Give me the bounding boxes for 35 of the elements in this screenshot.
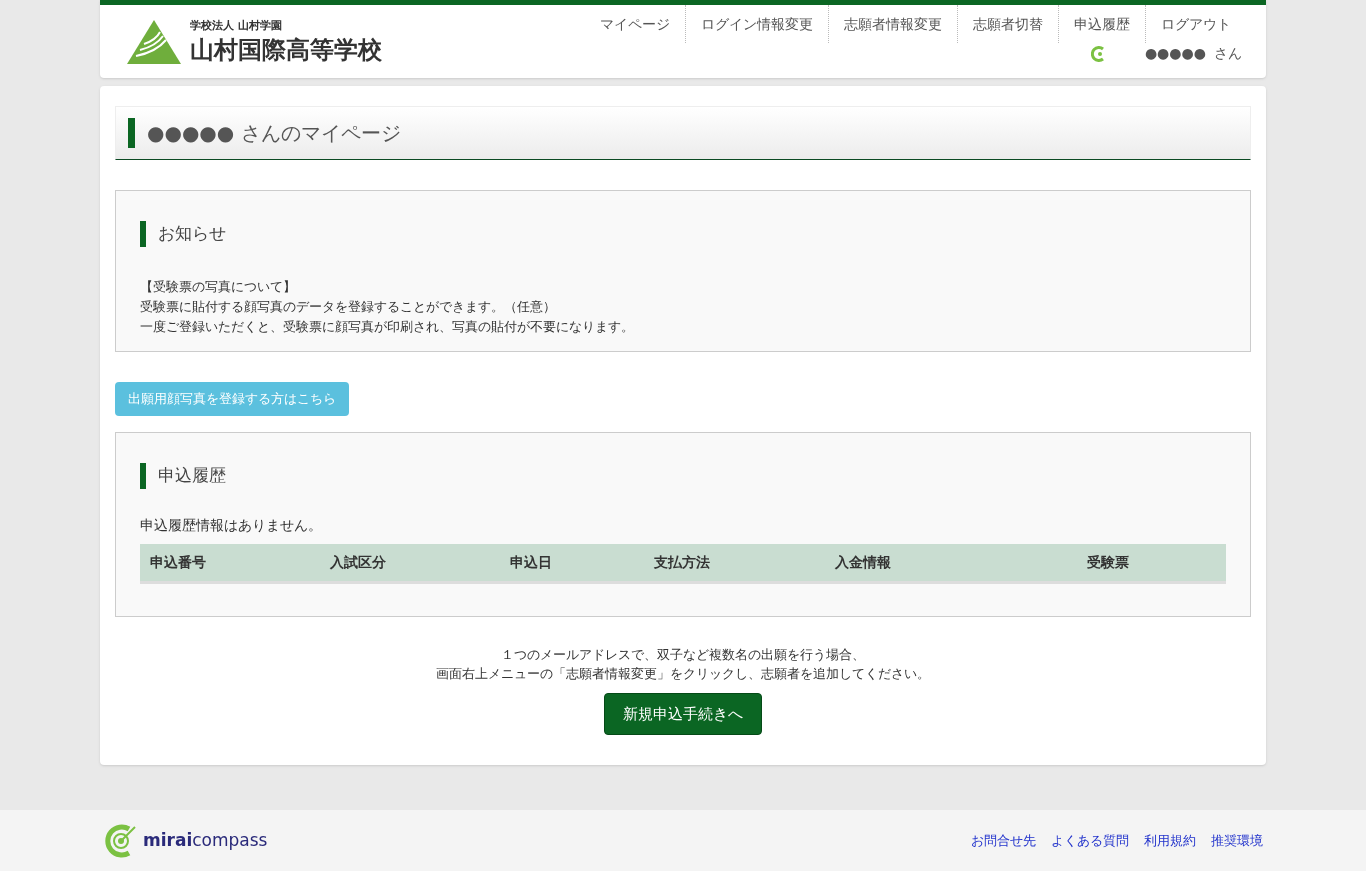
user-suffix: さん xyxy=(1214,44,1242,63)
notice-text: 【受験票の写真について】 xyxy=(140,278,297,296)
user-name: ●●●●● xyxy=(1144,44,1206,63)
nav-link[interactable]: 申込履歴 xyxy=(1058,5,1145,43)
section-heading: 申込履歴 xyxy=(158,464,226,488)
nav-link[interactable]: マイページ xyxy=(585,5,685,43)
compass-logo-icon xyxy=(103,822,139,859)
footer-link[interactable]: よくある質問 xyxy=(1051,830,1129,851)
page-title: ●●●●● さんのマイページ xyxy=(147,120,401,147)
empty-message: 申込履歴情報はありません。 xyxy=(140,516,323,535)
heading-bar xyxy=(140,463,146,489)
school-name: 山村国際高等学校 xyxy=(190,34,382,65)
note-text: １つのメールアドレスで、双子など複数名の出願を行う場合、 xyxy=(501,646,865,664)
footer-link[interactable]: 推奨環境 xyxy=(1211,830,1263,851)
column-header: 申込日 xyxy=(510,553,553,572)
column-header: 入試区分 xyxy=(330,553,387,572)
notice-text: 受験票に貼付する顔写真のデータを登録することができます。（任意） xyxy=(140,298,557,316)
nav-link[interactable]: 志願者情報変更 xyxy=(828,5,957,43)
nav-link[interactable]: ログイン情報変更 xyxy=(685,5,828,43)
org-name: 学校法人 山村学園 xyxy=(190,18,283,35)
column-header: 入金情報 xyxy=(835,553,892,572)
new-application-button[interactable]: 新規申込手続きへ xyxy=(604,693,762,735)
column-header: 申込番号 xyxy=(150,553,207,572)
column-header: 受験票 xyxy=(1087,553,1130,572)
nav-link[interactable]: ログアウト xyxy=(1145,5,1246,43)
heading-bar xyxy=(140,221,146,247)
section-heading: お知らせ xyxy=(158,222,226,246)
footer-link[interactable]: 利用規約 xyxy=(1144,830,1196,851)
title-accent xyxy=(128,118,135,148)
notice-text: 一度ご登録いただくと、受験票に顔写真が印刷され、写真の貼付が不要になります。 xyxy=(140,318,635,336)
note-text: 画面右上メニューの「志願者情報変更」をクリックし、志願者を追加してください。 xyxy=(436,665,930,683)
brand-name: miraicompass xyxy=(143,828,268,852)
nav-link[interactable]: 志願者切替 xyxy=(957,5,1058,43)
footer-link[interactable]: お問合せ先 xyxy=(971,830,1036,851)
column-header: 支払方法 xyxy=(654,553,711,572)
